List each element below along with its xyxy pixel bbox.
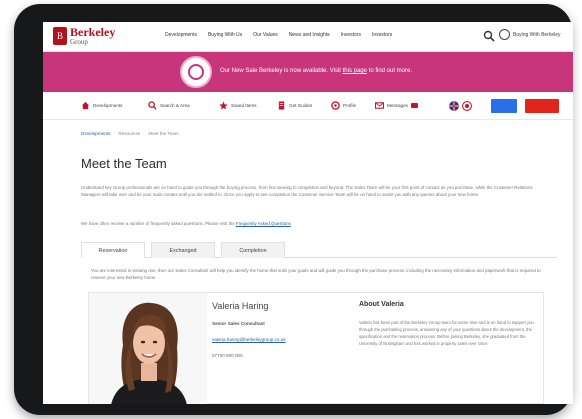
document-icon	[278, 101, 285, 110]
portrait-image	[89, 293, 207, 404]
faq-paragraph: We have often receive a number of freque…	[81, 221, 551, 226]
page-title: Meet the Team	[81, 156, 167, 171]
subnav-profile[interactable]: Profile	[331, 101, 356, 110]
breadcrumb-developments[interactable]: Developments	[81, 131, 110, 136]
subnav-label: Messages	[387, 103, 408, 108]
unread-badge	[410, 103, 418, 108]
tab-description: You are interested in viewing one, then …	[91, 268, 541, 280]
breadcrumb: Developments Resources Meet the Team	[81, 131, 179, 136]
language-switcher[interactable]	[449, 101, 472, 111]
main-nav-links: Developments Buying With Us Our Values N…	[165, 32, 392, 38]
subnav-developments[interactable]: Developments	[81, 101, 122, 110]
brand-logo[interactable]: B Berkeley Group	[53, 25, 115, 48]
subnav-label: Saved Items	[231, 103, 257, 108]
subnav-label: Get Guides	[289, 103, 313, 108]
nav-link-investors[interactable]: Investors	[341, 32, 361, 38]
nav-link-values[interactable]: Our Values	[253, 32, 278, 38]
nav-link-news[interactable]: News and Insights	[289, 32, 330, 38]
banner-logo-icon	[180, 56, 212, 88]
star-icon	[219, 101, 228, 110]
logo-sub: Group	[70, 38, 88, 46]
subnav-messages[interactable]: Messages	[375, 101, 418, 110]
faq-text: We have often receive a number of freque…	[81, 221, 236, 226]
profile-icon	[331, 101, 340, 110]
top-navigation: B Berkeley Group Developments Buying Wit…	[43, 22, 573, 52]
account-label: Buying With Berkeley	[513, 31, 561, 38]
logo-badge: B	[53, 27, 67, 45]
nav-link-developments[interactable]: Developments	[165, 32, 197, 38]
team-member-photo	[89, 293, 207, 404]
team-member-phone[interactable]: 07700 900 000	[212, 353, 243, 358]
uk-flag-icon[interactable]	[449, 101, 459, 111]
nav-link-investors-2[interactable]: Investors	[372, 32, 392, 38]
tab-completion[interactable]: Completion	[221, 242, 285, 258]
subnav-guides[interactable]: Get Guides	[277, 101, 312, 110]
subnav-saved[interactable]: Saved Items	[219, 101, 257, 110]
browser-screen: B Berkeley Group Developments Buying Wit…	[43, 22, 573, 404]
team-member-role: Senior Sales Consultant	[212, 321, 265, 326]
register-button[interactable]	[525, 99, 559, 113]
tab-reservation[interactable]: Reservation	[81, 242, 145, 258]
stage-tabs: Reservation Exchanged Completion	[81, 242, 557, 258]
subnav-label: Search & Area	[160, 103, 190, 108]
team-member-card: Valeria Haring Senior Sales Consultant v…	[88, 292, 544, 404]
mail-icon	[375, 102, 384, 109]
breadcrumb-resources[interactable]: Resources	[118, 131, 140, 136]
about-heading: About Valeria	[359, 301, 404, 308]
account-subnav: Developments Search & Area Saved Items G…	[43, 92, 573, 120]
banner-text: Our New Sale Berkeley is now available. …	[220, 68, 412, 74]
banner-link[interactable]: this page	[343, 68, 367, 74]
breadcrumb-current: Meet the Team	[148, 131, 179, 136]
home-icon	[81, 101, 90, 110]
banner-text-after: to find out more.	[366, 68, 413, 74]
team-member-name: Valeria Haring	[212, 301, 269, 311]
account-menu[interactable]: Buying With Berkeley	[499, 29, 561, 40]
announcement-banner: Our New Sale Berkeley is now available. …	[43, 52, 573, 92]
nav-link-buying[interactable]: Buying With Us	[208, 32, 242, 38]
search-area-icon	[148, 101, 157, 110]
tablet-frame: B Berkeley Group Developments Buying Wit…	[14, 4, 573, 415]
region-flag-icon[interactable]	[462, 101, 472, 111]
subnav-label: Developments	[93, 103, 123, 108]
faq-link[interactable]: Frequently Asked Questions	[236, 221, 291, 226]
banner-text-before: Our New Sale Berkeley is now available. …	[220, 68, 343, 74]
subnav-label: Profile	[343, 103, 357, 108]
user-icon	[499, 29, 510, 40]
tab-exchanged[interactable]: Exchanged	[151, 242, 215, 258]
intro-paragraph: Understand key Group professionals are o…	[81, 185, 533, 197]
subnav-search[interactable]: Search & Area	[148, 101, 190, 110]
about-text: Valeria has been part of the Berkeley Gr…	[359, 320, 534, 346]
login-button[interactable]	[491, 99, 517, 113]
search-icon[interactable]	[483, 30, 495, 42]
team-member-email[interactable]: valeria.haring@berkeleygroup.co.uk	[212, 337, 286, 342]
